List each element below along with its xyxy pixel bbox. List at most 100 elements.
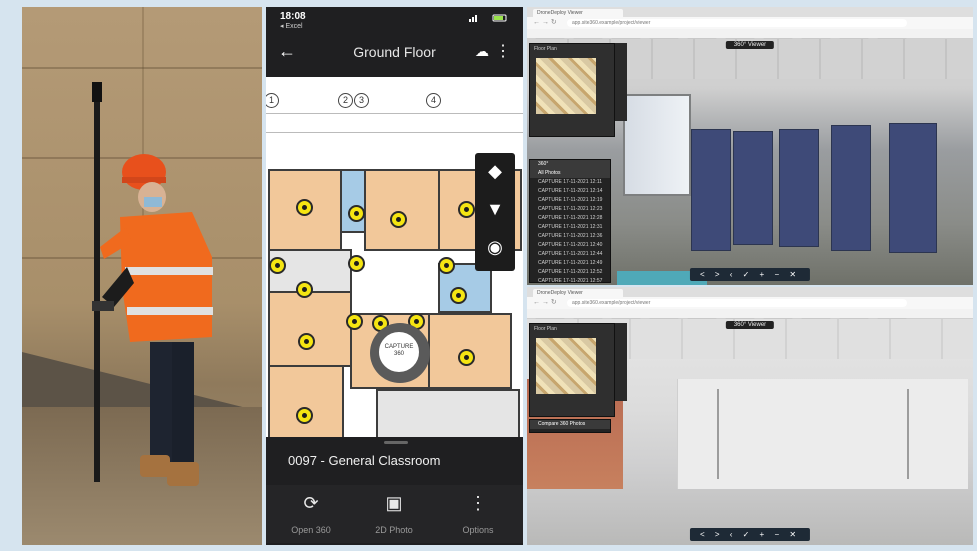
options-label: Options [462,525,494,535]
cloud-upload-icon[interactable]: ☁ [475,43,489,60]
wall-panel [733,131,773,245]
capture-list-item[interactable]: CAPTURE 17-11-2021 12:28 [530,214,610,223]
status-back-app[interactable]: ◂ Excel [280,22,303,30]
capture-list-item[interactable]: CAPTURE 17-11-2021 12:44 [530,250,610,259]
capture-list-item[interactable]: CAPTURE 17-11-2021 12:52 [530,268,610,277]
signal-battery-icon [469,14,507,22]
selected-room-name: 0097 - General Classroom [288,453,441,468]
panorama-viewer[interactable]: 360° Viewer Floor Plan 360° All Photos C… [527,39,973,285]
photo-pin[interactable] [346,313,363,330]
photo-pin[interactable] [298,333,315,350]
open-360-label: Open 360 [291,525,331,535]
hi-vis-jacket [120,212,212,342]
browser-window-top: DroneDeploy Viewer ← → ↻ app.site360.exa… [527,7,973,285]
capture-360-text: 360 [393,350,404,357]
floor-plan-minimap[interactable]: Floor Plan [529,323,615,417]
wall-panel [779,129,819,247]
capture-list-dropdown[interactable]: 360° All Photos CAPTURE 17-11-2021 12:11… [529,159,611,285]
room[interactable] [340,169,366,233]
photo-pin[interactable] [296,281,313,298]
room[interactable] [268,291,352,367]
wall-panel [889,123,937,253]
boot [140,455,170,477]
capture-360-label: CAPTURE 360 [379,332,419,372]
2d-photo-label: 2D Photo [375,525,413,535]
sheet-handle[interactable] [384,441,408,444]
worker-illustration [92,82,213,486]
compare-dropdown[interactable]: Compare 360 Photos [529,419,611,433]
filter-icon[interactable]: ▼ [475,199,515,220]
address-input[interactable]: app.site360.example/project/viewer [567,19,907,27]
pipe [907,389,909,479]
browser-window-bottom: DroneDeploy Viewer ← → ↻ app.site360.exa… [527,287,973,545]
add-photo-icon: ▣ [385,493,403,513]
minimap-title: Floor Plan [534,46,557,52]
dropdown-subheader[interactable]: All Photos [530,169,610,178]
room[interactable] [268,365,344,437]
more-vertical-icon[interactable]: ⋮ [495,41,511,61]
capture-list-item[interactable]: CAPTURE 17-11-2021 12:31 [530,223,610,232]
photo-pin[interactable] [348,205,365,222]
minimap-plan[interactable] [536,338,596,394]
photo-pin[interactable] [458,201,475,218]
locate-icon[interactable]: ◉ [475,237,515,258]
minimap-tools[interactable] [615,43,627,121]
capture-360-button[interactable]: CAPTURE 360 [370,323,430,383]
capture-list-item[interactable]: CAPTURE 17-11-2021 12:57 [530,277,610,285]
survey-pole [94,82,100,482]
browser-nav-icons[interactable]: ← → ↻ [533,299,557,307]
viewer-title: 360° Viewer [725,41,775,49]
capture-list-item[interactable]: CAPTURE 17-11-2021 12:36 [530,232,610,241]
wall [677,379,968,489]
capture-list-item[interactable]: CAPTURE 17-11-2021 12:49 [530,259,610,268]
field-controller [92,301,114,311]
grid-label: 4 [426,93,441,108]
options-button[interactable]: ⋮ Options [438,493,518,535]
photo-pin[interactable] [390,211,407,228]
browser-nav-icons[interactable]: ← → ↻ [533,19,557,27]
photo-pin[interactable] [438,257,455,274]
minimap-title: Floor Plan [534,326,557,332]
floor-plan-minimap[interactable]: Floor Plan [529,43,615,137]
photo-pin[interactable] [348,255,365,272]
photo-pin[interactable] [269,257,286,274]
capture-list-item[interactable]: CAPTURE 17-11-2021 12:11 [530,178,610,187]
status-time: 18:08 [280,11,306,22]
compare-label[interactable]: Compare 360 Photos [530,420,610,429]
minimap-tools[interactable] [615,323,627,401]
minimap-plan[interactable] [536,58,596,114]
capture-list-item[interactable]: CAPTURE 17-11-2021 12:19 [530,196,610,205]
photo-pin[interactable] [450,287,467,304]
floor-plan-map[interactable]: 1 2 3 4 ◆ ▼ ◉ CAPTURE 360 [266,77,523,437]
2d-photo-button[interactable]: ▣ 2D Photo [354,493,434,535]
capture-list-item[interactable]: CAPTURE 17-11-2021 12:14 [530,187,610,196]
browser-tab[interactable]: DroneDeploy Viewer [533,289,623,297]
viewer-controls[interactable]: < > ‹ ✓ + − ✕ [689,268,811,281]
address-input[interactable]: app.site360.example/project/viewer [567,299,907,307]
mobile-app-screen: 18:08 ◂ Excel ← Ground Floor ☁ ⋮ 1 2 3 4 [266,7,523,545]
viewer-controls[interactable]: < > ‹ ✓ + − ✕ [689,528,811,541]
capture-list-item[interactable]: CAPTURE 17-11-2021 12:23 [530,205,610,214]
boot [167,462,199,486]
corridor [376,389,520,437]
browser-urlbar: ← → ↻ app.site360.example/project/viewer [527,297,973,309]
browser-tab[interactable]: DroneDeploy Viewer [533,9,623,17]
browser-tabbar: DroneDeploy Viewer [527,7,973,17]
360-icon: ⟳ [303,493,319,513]
bookmarks-bar [527,309,973,322]
photo-pin[interactable] [458,349,475,366]
open-360-button[interactable]: ⟳ Open 360 [271,493,351,535]
photo-pin[interactable] [296,199,313,216]
panorama-viewer[interactable]: 360° Viewer Floor Plan Compare 360 Photo… [527,319,973,545]
worker-legs [150,342,172,462]
wall-panel [831,125,871,251]
capture-label: CAPTURE [384,344,414,350]
action-bar: ⟳ Open 360 ▣ 2D Photo ⋮ Options [266,485,523,543]
layers-icon[interactable]: ◆ [475,161,515,182]
photo-pin[interactable] [296,407,313,424]
room[interactable] [364,169,440,251]
gnss-receiver [92,82,102,102]
site-worker-photo [22,7,262,545]
capture-list-item[interactable]: CAPTURE 17-11-2021 12:40 [530,241,610,250]
grid-label: 1 [266,93,279,108]
